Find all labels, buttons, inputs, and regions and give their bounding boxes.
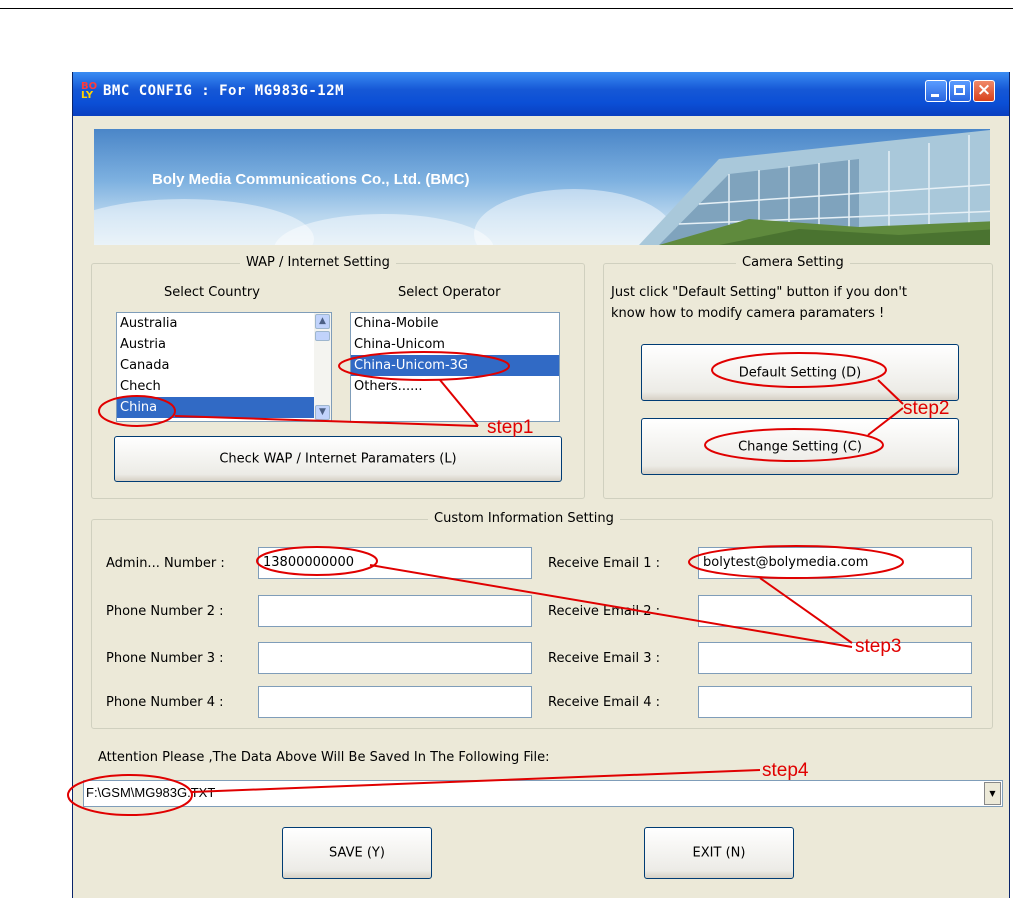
list-item[interactable]: China-Unicom <box>351 334 559 355</box>
receive-email-4-field[interactable] <box>698 686 972 718</box>
receive-email-3-field[interactable] <box>698 642 972 674</box>
custom-group-title: Custom Information Setting <box>428 511 620 526</box>
title-bar[interactable]: BO LY BMC CONFIG : For MG983G-12M × <box>73 72 1009 116</box>
receive-email-4-label: Receive Email 4 : <box>548 695 661 710</box>
change-setting-button[interactable]: Change Setting (C) <box>641 418 959 475</box>
phone-number-3-label: Phone Number 3 : <box>106 651 224 666</box>
save-button-label: SAVE (Y) <box>329 845 385 861</box>
company-banner: Boly Media Communications Co., Ltd. (BMC… <box>94 129 990 245</box>
list-item-selected[interactable]: China-Unicom-3G <box>351 355 559 376</box>
app-icon: BO LY <box>81 81 98 101</box>
phone-number-2-label: Phone Number 2 : <box>106 604 224 619</box>
exit-button-label: EXIT (N) <box>692 845 746 861</box>
config-window: BO LY BMC CONFIG : For MG983G-12M × Boly … <box>72 72 1010 898</box>
attention-text: Attention Please ,The Data Above Will Be… <box>98 750 550 765</box>
maximize-button[interactable] <box>949 80 971 102</box>
minimize-button[interactable] <box>925 80 947 102</box>
scroll-down-icon[interactable]: ▼ <box>315 405 330 420</box>
file-path-combobox[interactable]: F:\GSM\MG983G.TXT ▼ <box>83 780 1003 807</box>
receive-email-1-field[interactable]: bolytest@bolymedia.com <box>698 547 972 579</box>
list-item[interactable]: Australia <box>117 313 331 334</box>
select-operator-label: Select Operator <box>398 285 501 300</box>
save-button[interactable]: SAVE (Y) <box>282 827 432 879</box>
wap-group-title: WAP / Internet Setting <box>240 255 396 270</box>
dropdown-arrow-icon[interactable]: ▼ <box>984 782 1001 805</box>
file-path-value: F:\GSM\MG983G.TXT <box>86 785 216 800</box>
scroll-thumb[interactable] <box>315 331 330 341</box>
operator-listbox[interactable]: China-Mobile China-Unicom China-Unicom-3… <box>350 312 560 422</box>
custom-info-group: Custom Information Setting Admin... Numb… <box>91 511 993 729</box>
close-icon: × <box>976 80 992 100</box>
banner-company-name: Boly Media Communications Co., Ltd. (BMC… <box>152 171 470 188</box>
country-scrollbar[interactable]: ▲ ▼ <box>314 313 331 421</box>
window-title: BMC CONFIG : For MG983G-12M <box>103 83 345 99</box>
list-item[interactable]: Canada <box>117 355 331 376</box>
change-setting-button-label: Change Setting (C) <box>738 439 862 454</box>
check-wap-button-label: Check WAP / Internet Paramaters (L) <box>219 451 457 467</box>
receive-email-2-label: Receive Email 2 : <box>548 604 661 619</box>
phone-number-3-field[interactable] <box>258 642 532 674</box>
phone-number-2-field[interactable] <box>258 595 532 627</box>
camera-group-title: Camera Setting <box>736 255 850 270</box>
receive-email-1-label: Receive Email 1 : <box>548 556 661 571</box>
default-setting-button[interactable]: Default Setting (D) <box>641 344 959 401</box>
list-item[interactable]: Chech <box>117 376 331 397</box>
list-item[interactable]: China-Mobile <box>351 313 559 334</box>
camera-setting-group: Camera Setting Just click "Default Setti… <box>603 255 993 499</box>
default-setting-button-label: Default Setting (D) <box>738 365 862 380</box>
country-listbox[interactable]: Australia Austria Canada Chech China ▲ ▼ <box>116 312 332 422</box>
phone-number-4-label: Phone Number 4 : <box>106 695 224 710</box>
receive-email-3-label: Receive Email 3 : <box>548 651 661 666</box>
phone-number-4-field[interactable] <box>258 686 532 718</box>
wap-internet-group: WAP / Internet Setting Select Country Se… <box>91 255 585 499</box>
admin-number-label: Admin... Number : <box>106 556 225 571</box>
list-item[interactable]: Austria <box>117 334 331 355</box>
top-divider-line <box>0 8 1013 9</box>
admin-number-field[interactable]: 13800000000 <box>258 547 532 579</box>
camera-hint-line2: know how to modify camera paramaters ! <box>611 306 885 321</box>
camera-hint-line1: Just click "Default Setting" button if y… <box>611 285 907 300</box>
select-country-label: Select Country <box>164 285 260 300</box>
building-image <box>639 129 990 245</box>
receive-email-2-field[interactable] <box>698 595 972 627</box>
exit-button[interactable]: EXIT (N) <box>644 827 794 879</box>
scroll-up-icon[interactable]: ▲ <box>315 314 330 329</box>
check-wap-button[interactable]: Check WAP / Internet Paramaters (L) <box>114 436 562 482</box>
close-button[interactable]: × <box>973 80 995 102</box>
list-item-selected[interactable]: China <box>117 397 331 418</box>
list-item[interactable]: Others...... <box>351 376 559 397</box>
